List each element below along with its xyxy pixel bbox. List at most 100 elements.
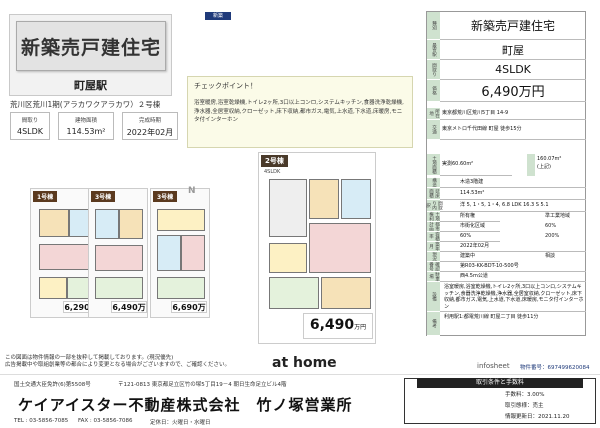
building-area-value: 160.07m² [537,156,562,162]
parking-label: 駐車場 [427,272,440,282]
property-title-block: 新築売戸建住宅 町屋駅 [9,14,172,96]
disclaimer: この図面は物件情報の一部を抜粋して掲載しております。(現況優先) 広告掲載中や取… [5,355,231,369]
room [157,209,205,231]
spec-completion-label: 完成時期 [138,118,161,124]
note-value: 利用駅1:都電荒川線 町屋二丁目 徒歩11分 [444,314,539,320]
spec-building-area: 建物面積 114.53m² [58,112,114,140]
main-plan-layout: 4SLDK [264,169,281,175]
room [39,209,69,237]
transaction-updated: 情報更新日：2021.11.20 [505,414,570,420]
built-value: 2022年02月 [440,242,586,252]
floor-plan-3: 3号棟 6,490万 [88,188,148,318]
main-price: 6,490 [309,317,355,333]
far-value: 60% [440,232,500,242]
transaction-terms: 取引条件と手数料 手数料：3.00% 取引態様：売主 情報更新日：2021.11… [404,378,596,424]
layout-value: 4SLDK [440,60,586,80]
spec-layout-label: 間取り [21,118,39,124]
permit-value: 第R03-KK-BDT-10-500号 [440,262,586,272]
main-price-tag: 6,490万円 [303,313,373,339]
room [95,245,143,271]
station-label: 最寄駅 [427,40,440,60]
footer-divider [0,374,600,375]
rooms-value: 洋 5, 1・5, 1・4, 6.8 LDK 16.3 S 5.1 [440,200,586,212]
plan-price-3-mid: 6,490万 [111,301,147,313]
main-floor-plan: 2号棟 4SLDK 6,490万円 [258,152,376,344]
status-value: 建築中 [440,252,500,262]
transaction-head: 取引条件と手数料 [417,378,583,388]
room [157,235,181,271]
station-value: 町屋 [440,40,586,60]
floor-plan-3-right: 3号棟 6,690万 [150,188,210,318]
room [119,209,143,239]
address-label: 所在地 [427,108,440,120]
north-icon: N [188,186,196,196]
room [95,209,119,239]
plan-tag-3: 3号棟 [91,191,116,202]
coverage-value: 60% [545,223,557,229]
city-plan-label: 都市計画 [427,222,440,232]
checkpoint-title: チェックポイント！ [194,82,257,90]
main-price-unit: 万円 [354,324,367,331]
room [269,179,307,237]
room [95,277,143,299]
private-road-label-cell [527,154,535,176]
room [39,244,95,270]
room [309,223,371,273]
spec-completion-value: 2022年02月 [126,128,174,137]
type-label: 種別 [427,12,440,40]
company-tel: TEL : 03-5856-7085 [14,418,69,424]
room [321,277,371,309]
new-badge: 新築 [205,12,231,20]
handover-value: 相談 [545,253,556,259]
transport-label: 交通 [427,120,440,140]
city-plan-value: 市街化区域 [440,222,500,232]
room [341,179,371,219]
spec-completion: 完成時期 2022年02月 [122,112,178,140]
other-value: 西4.5m公道 [440,272,586,282]
property-number: 物件番号：697499620084 [520,365,590,371]
plan-tag-3-right: 3号棟 [153,191,178,202]
company-fax: FAX : 03-5856-7086 [78,418,133,424]
structure-value: 木造3階建 [440,178,586,188]
address-value: 東京都荒川区荒川5丁目 14-9 [440,108,586,120]
price-label: 価格 [427,80,440,102]
transaction-fee: 手数料：3.00% [505,392,545,398]
far-right-value: 200% [545,233,560,239]
plan-price-3: 6,690万 [171,301,207,313]
room [181,235,205,271]
room [309,179,339,219]
price-value: 6,490万円 [440,80,586,102]
land-value: 実測60.60m² [440,154,512,176]
property-address-line: 荒川区荒川1期(アラカワクアラカワ）２号棟 [10,100,161,109]
company-license: 国土交通大臣免許(6)第5508号 [14,382,91,388]
room [157,277,205,299]
transport-value: 東京メトロ千代田線 町屋 徒歩15分 [440,120,586,140]
land-right-label: 土地権利 [427,212,440,222]
company-holiday: 定休日：火曜日・水曜日 [150,420,211,426]
rooms-label: 間取り内訳 [425,200,443,212]
transaction-type: 取引態様：売主 [505,403,544,409]
infosheet-brand: infosheet [477,362,510,370]
property-info-panel: 種別 新築売戸建住宅 最寄駅 町屋 間取り 4SLDK 価格 6,490万円 所… [426,11,586,336]
room [269,277,319,309]
company-name: ケイアイスター不動産株式会社 竹ノ塚営業所 [18,396,353,414]
land-label: 土地面積 [427,154,440,176]
zoning-value: 準工業地域 [545,213,571,219]
equipment-label: 設備 [427,282,440,312]
floor-area-value: 114.53m² [440,188,586,200]
note-label: 備考 [427,312,440,336]
built-label: 築年月 [427,242,440,252]
status-label: 現況 [427,252,440,262]
floor-area-label: 延床面積 [427,188,440,200]
room [39,277,67,299]
permit-label: 確認番号 [427,262,440,272]
building-area-note: (上記) [537,164,551,170]
far-label: 容積率 [427,232,440,242]
athome-logo: at home [272,355,337,371]
room [269,243,307,273]
station-name: 町屋駅 [74,79,107,92]
layout-label: 間取り [427,60,440,80]
equipment-value: 浴室暖房,浴室乾燥機,トイレ2ヶ所,3口以上コンロ,システムキッチン,食器洗浄乾… [440,282,586,312]
main-plan-tag: 2号棟 [261,155,288,167]
land-right-value: 所有権 [440,212,500,222]
